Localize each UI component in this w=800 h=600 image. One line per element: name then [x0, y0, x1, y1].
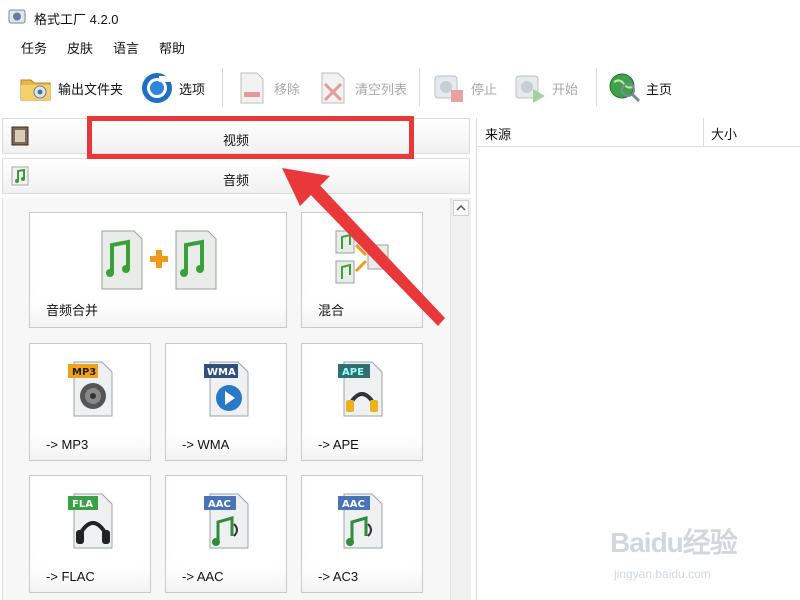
annotation-arrow	[282, 168, 445, 326]
watermark-url: jingyan.baidu.com	[614, 567, 711, 581]
baidu-watermark: Baidu经验 jingyan.baidu.com	[610, 513, 780, 593]
watermark-logo: Baidu经验	[610, 527, 738, 558]
